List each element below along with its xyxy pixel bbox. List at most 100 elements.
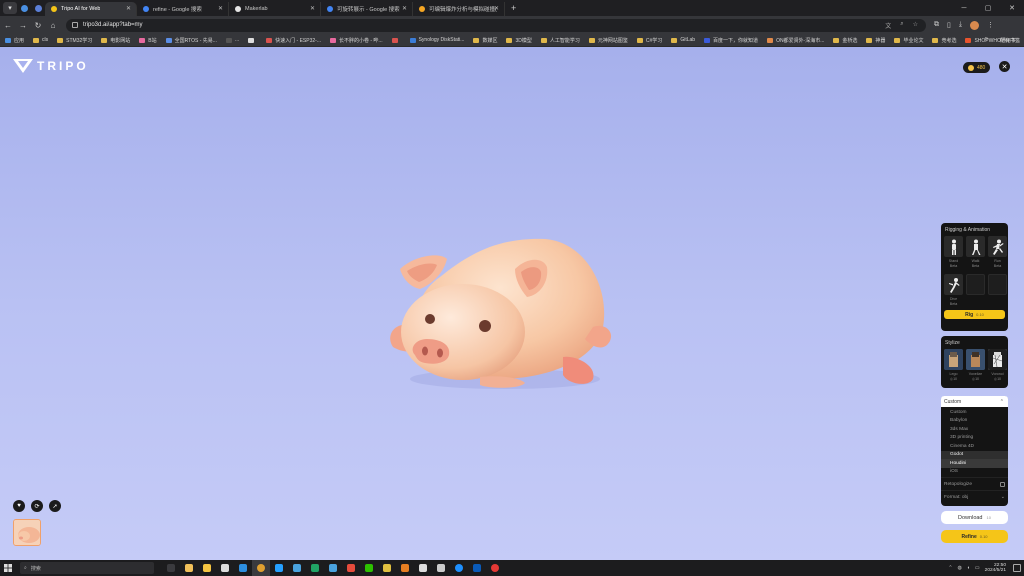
windows-start-icon[interactable] — [0, 560, 16, 576]
browser-tab[interactable]: refine - Google 搜索 ✕ — [137, 2, 229, 16]
export-option[interactable]: 3D printing — [941, 434, 1008, 443]
export-option[interactable]: Cinema 4D — [941, 442, 1008, 451]
downloads-icon[interactable]: ⤓ — [959, 21, 962, 29]
format-row[interactable]: Format: obj ⌄ — [941, 490, 1008, 503]
taskbar-app-wechat[interactable] — [360, 560, 378, 576]
all-bookmarks[interactable]: 所有书签 — [1000, 37, 1020, 44]
bookmark-item[interactable]: Synology DiskStati... — [409, 37, 464, 43]
bookmark-item[interactable]: 毕业论文 — [894, 37, 923, 44]
taskbar-app-chrome[interactable] — [252, 560, 270, 576]
tray-overflow-icon[interactable]: ⌃ — [948, 565, 952, 571]
rig-button[interactable]: Rig 0.10 — [944, 310, 1005, 319]
bookmark-item[interactable]: 金桥选 — [833, 37, 857, 44]
style-option-voxelize[interactable]: Voxelize ◎10 — [966, 349, 985, 381]
bookmark-item[interactable]: 竞考选 — [932, 37, 956, 44]
taskbar-app-notes[interactable] — [288, 560, 306, 576]
refine-button[interactable]: Refine 0.10 — [941, 530, 1008, 543]
home-icon[interactable]: ⌂ — [46, 18, 60, 32]
rotate-icon[interactable]: ⟳ — [31, 500, 43, 512]
heart-icon[interactable]: ♥ — [13, 500, 25, 512]
rig-option-walk[interactable]: Walk Beta — [966, 236, 985, 271]
browser-tab[interactable]: 可旋转展示 - Google 搜索 ✕ — [321, 2, 413, 16]
export-option[interactable]: 3ds Max — [941, 425, 1008, 434]
taskbar-app-folder[interactable] — [198, 560, 216, 576]
bookmark-item[interactable] — [248, 37, 257, 43]
close-icon[interactable]: ✕ — [999, 61, 1010, 72]
browser-tab[interactable]: Tripo AI for Web ✕ — [45, 2, 137, 16]
profile-avatar[interactable] — [969, 20, 979, 30]
download-button[interactable]: Download 10 — [941, 511, 1008, 524]
maximize-button[interactable]: ▢ — [976, 0, 1000, 16]
taskbar-app-edge[interactable] — [450, 560, 468, 576]
pinned-tab-1[interactable] — [17, 1, 31, 15]
volume-icon[interactable]: ◖ — [967, 565, 970, 571]
export-option[interactable]: Babylon — [941, 417, 1008, 426]
bookmark-item[interactable]: 3D模型 — [506, 37, 532, 44]
site-info-icon[interactable] — [72, 22, 78, 28]
export-option[interactable]: iOS — [941, 468, 1008, 477]
retopology-checkbox[interactable] — [1000, 481, 1005, 487]
taskbar-app-games[interactable] — [342, 560, 360, 576]
address-bar[interactable]: tripo3d.ai/app?tab=my 文 ⌕ ☆ — [66, 18, 926, 32]
tab-close-icon[interactable]: ✕ — [494, 5, 499, 12]
reload-icon[interactable]: ↻ — [31, 18, 45, 32]
bookmark-item[interactable]: 电影网站 — [101, 37, 130, 44]
tab-close-icon[interactable]: ✕ — [402, 5, 407, 12]
minimize-button[interactable]: ─ — [952, 0, 976, 16]
bookmark-item[interactable]: STM32学习 — [57, 37, 92, 44]
taskbar-search[interactable]: ⌕ 搜索 — [20, 562, 154, 574]
taskbar-app-store[interactable] — [180, 560, 198, 576]
bookmark-item[interactable]: 百度一下，你就知道 — [704, 37, 758, 44]
bookmark-star-icon[interactable]: ☆ — [913, 21, 918, 30]
tab-close-icon[interactable]: ✕ — [218, 5, 223, 12]
pinned-tab-2[interactable] — [31, 1, 45, 15]
pig-3d-model[interactable] — [385, 227, 615, 397]
taskbar-app-recorder[interactable] — [486, 560, 504, 576]
forward-icon[interactable]: → — [16, 18, 30, 32]
bookmark-item[interactable]: 全国RTOS - 先易... — [165, 37, 217, 44]
tab-list-button[interactable]: ▾ — [3, 2, 17, 14]
tripo-logo[interactable]: TRIPO — [13, 59, 89, 73]
export-preset-select[interactable]: Custom ⌃ — [941, 396, 1008, 407]
sidepanel-icon[interactable]: ▯ — [947, 21, 951, 29]
style-option-lego[interactable]: Lego ◎10 — [944, 349, 963, 381]
rig-option-run[interactable]: Run Beta — [988, 236, 1007, 271]
taskbar-app-camera[interactable] — [432, 560, 450, 576]
taskbar-app-excel[interactable] — [306, 560, 324, 576]
bookmark-item[interactable]: ON都爱贤外·深海市... — [767, 37, 824, 44]
clock[interactable]: 22:50 2024/5/21 — [985, 563, 1006, 574]
menu-icon[interactable]: ⋮ — [987, 21, 994, 29]
model-thumbnail[interactable] — [13, 519, 41, 546]
bookmark-item[interactable]: GitLab — [671, 37, 695, 43]
browser-tab[interactable]: Makerlab ✕ — [229, 2, 321, 16]
credits-badge[interactable]: 480 — [963, 62, 991, 73]
export-option[interactable]: Godot — [941, 450, 1008, 459]
taskbar-app-tiktok[interactable] — [270, 560, 288, 576]
extensions-icon[interactable]: ⧉ — [934, 21, 939, 29]
export-option[interactable]: Custom — [941, 408, 1008, 417]
window-close-button[interactable]: ✕ — [1000, 0, 1024, 16]
back-icon[interactable]: ← — [1, 18, 15, 32]
new-tab-button[interactable]: + — [511, 3, 516, 13]
bookmark-item[interactable]: ... — [225, 37, 239, 43]
taskbar-app-file-explorer[interactable] — [162, 560, 180, 576]
bookmark-item[interactable]: 人工智能学习 — [540, 37, 580, 44]
translate-icon[interactable]: 文 — [885, 21, 891, 30]
bookmark-item[interactable]: 神器 — [866, 37, 885, 44]
network-icon[interactable]: ◍ — [958, 565, 962, 571]
bookmark-item[interactable]: 长不胖的小卷 - 哔... — [329, 37, 383, 44]
tab-close-icon[interactable]: ✕ — [310, 5, 315, 12]
taskbar-app-terminal[interactable] — [468, 560, 486, 576]
rig-option-stand[interactable]: Stand Beta — [944, 236, 963, 271]
model-viewport[interactable]: TRIPO 480 ✕ ♥ ⟳ ➚ Rigging & Animation St… — [0, 47, 1024, 560]
taskbar-app-mail[interactable] — [216, 560, 234, 576]
taskbar-app-search[interactable] — [396, 560, 414, 576]
style-option-voronoi[interactable]: Voronoi ◎10 — [988, 349, 1007, 381]
bookmarks-overflow-icon[interactable]: » — [985, 36, 988, 42]
export-option[interactable]: Houdini — [941, 459, 1008, 468]
bookmark-item[interactable]: C#学习 — [636, 37, 662, 44]
bookmark-item[interactable]: 数媒区 — [473, 37, 497, 44]
bookmark-item[interactable]: 快速入门 - ESP32-... — [266, 37, 321, 44]
bookmark-item[interactable]: cls — [33, 37, 48, 43]
taskbar-app-edit[interactable] — [378, 560, 396, 576]
